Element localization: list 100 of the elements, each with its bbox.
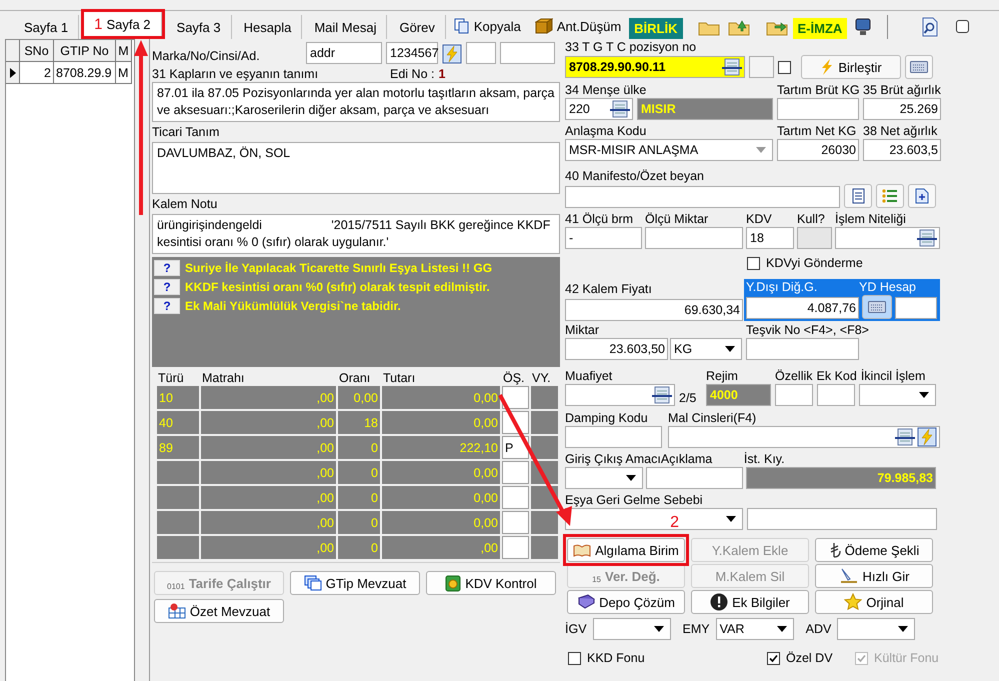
add-document-button[interactable] bbox=[908, 184, 936, 208]
input-field[interactable] bbox=[668, 426, 940, 448]
action-button[interactable]: Özet Mevzuat bbox=[154, 599, 284, 623]
input-field[interactable] bbox=[500, 42, 555, 64]
dropdown[interactable] bbox=[592, 618, 671, 640]
input-field[interactable] bbox=[466, 42, 496, 64]
input-field[interactable]: 25.269 bbox=[863, 98, 941, 120]
dropdown[interactable]: MSR-MISIR ANLAŞMA bbox=[565, 139, 773, 161]
list-icon[interactable] bbox=[652, 386, 672, 404]
input-field[interactable] bbox=[895, 297, 937, 319]
action-button[interactable]: KDV Kontrol bbox=[426, 571, 556, 595]
tab[interactable]: Sayfa 3 bbox=[166, 15, 232, 39]
field-label: Damping Kodu bbox=[565, 410, 649, 426]
input-field[interactable] bbox=[502, 511, 529, 534]
input-field[interactable] bbox=[502, 486, 529, 509]
input-field[interactable] bbox=[775, 384, 813, 406]
action-button[interactable]: Ödeme Şekli bbox=[815, 538, 933, 562]
table-cell: ,00 bbox=[201, 486, 336, 509]
checkbox[interactable] bbox=[568, 652, 581, 664]
action-button[interactable]: Hızlı Gir bbox=[815, 564, 933, 588]
help-button[interactable]: ? bbox=[154, 298, 180, 314]
dropdown[interactable] bbox=[859, 384, 936, 406]
action-button[interactable]: Depo Çözüm bbox=[567, 590, 685, 614]
input-field[interactable]: 1234567 bbox=[386, 42, 438, 64]
table-cell: ,00 bbox=[201, 436, 336, 459]
input-field[interactable] bbox=[777, 98, 859, 120]
table-cell bbox=[157, 461, 199, 484]
dropdown[interactable] bbox=[837, 618, 916, 640]
action-button[interactable]: Algılama Birim bbox=[567, 538, 685, 562]
regime-field: 4000 bbox=[706, 384, 771, 406]
input-field[interactable] bbox=[502, 461, 529, 484]
checkbox[interactable] bbox=[747, 256, 760, 270]
list-icon[interactable] bbox=[610, 100, 630, 118]
input-field[interactable]: P bbox=[502, 436, 529, 459]
dropdown[interactable]: KG bbox=[670, 338, 742, 360]
merge-button[interactable]: Birleştir bbox=[801, 55, 901, 79]
item-note-field[interactable]: ürüngirişindengeldi '2015/7511 Sayılı BKK gereğince KKDF kesintisi oranı % 0 (sıfır) olarak uygulanır.' bbox=[152, 214, 560, 254]
tab[interactable]: Mail Mesaj bbox=[304, 15, 388, 39]
ant-dusum-button[interactable]: Ant.Düşüm bbox=[528, 13, 628, 39]
list-button[interactable] bbox=[876, 184, 904, 208]
input-field[interactable] bbox=[747, 508, 937, 530]
list-icon[interactable] bbox=[722, 58, 742, 76]
e-imza-badge[interactable]: E-İMZA bbox=[792, 18, 848, 39]
lightning-icon[interactable] bbox=[917, 427, 937, 447]
input-field[interactable] bbox=[817, 384, 855, 406]
tab[interactable]: 1 Sayfa 2 bbox=[84, 12, 162, 36]
document-button[interactable] bbox=[844, 184, 872, 208]
action-button[interactable]: Ek Bilgiler bbox=[691, 590, 809, 614]
checkbox[interactable] bbox=[778, 60, 791, 74]
input-field[interactable]: - bbox=[565, 227, 642, 249]
input-field[interactable]: 220 bbox=[565, 98, 633, 120]
help-button[interactable]: ? bbox=[154, 279, 180, 295]
checkbox[interactable] bbox=[956, 20, 970, 33]
table-cell: 0,00 bbox=[382, 386, 500, 409]
lightning-icon[interactable] bbox=[442, 44, 462, 64]
search-document-icon bbox=[921, 17, 940, 37]
field-label: Giriş Çıkış Amacı bbox=[565, 451, 661, 467]
input-field[interactable] bbox=[749, 56, 774, 78]
input-field[interactable] bbox=[502, 536, 529, 559]
field-label: 41 Ölçü brm bbox=[565, 211, 634, 227]
keyboard-button[interactable] bbox=[905, 55, 933, 79]
trade-name-field[interactable]: DAVLUMBAZ, ÖN, SOL bbox=[152, 142, 560, 194]
table-cell: 89 bbox=[157, 436, 199, 459]
input-field[interactable] bbox=[646, 467, 743, 489]
list-icon[interactable] bbox=[895, 428, 915, 446]
list-icon[interactable] bbox=[917, 229, 937, 247]
dropdown[interactable]: VAR bbox=[716, 618, 794, 640]
input-field[interactable]: 26030 bbox=[777, 139, 859, 161]
help-button[interactable]: ? bbox=[154, 260, 180, 276]
tab[interactable]: Hesapla bbox=[234, 15, 302, 39]
input-field[interactable] bbox=[565, 384, 675, 406]
gtip-field[interactable]: 8708.29.90.90.11 bbox=[565, 56, 745, 78]
field-label: Özellik bbox=[775, 368, 813, 384]
description-field[interactable]: 87.01 ila 87.05 Pozisyonlarında yer alan motorlu taşıtların aksam, parça ve aksesuarı:;Karoserilerin diğer aksam, parça ve aksesuarı bbox=[152, 82, 560, 122]
input-field[interactable] bbox=[502, 386, 529, 409]
star-icon bbox=[844, 593, 862, 611]
table-cell bbox=[531, 536, 558, 559]
input-field[interactable] bbox=[645, 227, 743, 249]
tab[interactable]: Görev bbox=[389, 15, 446, 39]
dropdown-arrow-icon bbox=[919, 392, 929, 398]
dropdown[interactable] bbox=[565, 508, 743, 530]
input-field[interactable]: addr bbox=[306, 42, 382, 64]
input-field[interactable]: 18 bbox=[746, 227, 794, 249]
keyboard-button[interactable] bbox=[862, 295, 892, 319]
input-field[interactable] bbox=[565, 186, 840, 208]
input-field[interactable]: 69.630,34 bbox=[565, 299, 743, 321]
birlik-badge[interactable]: BİRLİK bbox=[629, 18, 682, 39]
dropdown[interactable] bbox=[565, 467, 643, 489]
action-button[interactable]: Orjinal bbox=[815, 590, 933, 614]
field-label: 38 Net ağırlık bbox=[863, 123, 938, 139]
input-field[interactable] bbox=[746, 338, 859, 360]
input-field[interactable]: 23.603,50 bbox=[565, 338, 668, 360]
input-field[interactable] bbox=[835, 227, 940, 249]
checkbox[interactable] bbox=[767, 652, 780, 664]
copy-button[interactable]: Kopyala bbox=[448, 13, 527, 39]
input-field[interactable] bbox=[565, 426, 662, 448]
input-field[interactable]: 4.087,76 bbox=[746, 297, 859, 319]
action-button[interactable]: GTip Mevzuat bbox=[290, 571, 420, 595]
input-field[interactable]: 23.603,5 bbox=[863, 139, 941, 161]
row-indicator[interactable] bbox=[6, 62, 20, 84]
